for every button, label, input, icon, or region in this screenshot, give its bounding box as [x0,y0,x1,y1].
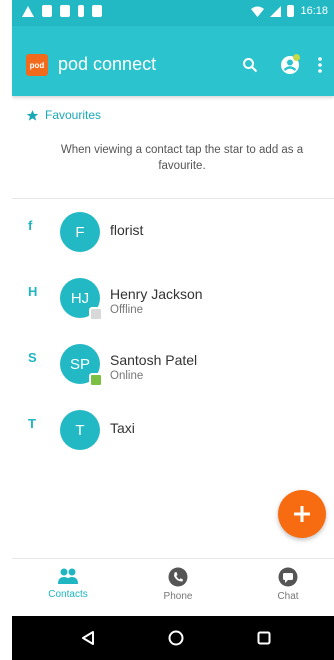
more-vert-icon [318,57,322,73]
contact-row-henry-jackson[interactable]: H HJ Henry Jackson Offline [12,272,334,338]
contact-row-santosh-patel[interactable]: S SP Santosh Patel Online [12,338,334,404]
add-contact-button[interactable] [278,490,326,538]
warning-icon [22,5,34,17]
contact-name: florist [110,222,144,238]
battery-icon [287,5,295,17]
download-icon [78,5,84,17]
contact-name: Taxi [110,420,135,436]
recents-square-icon [257,631,271,645]
tab-contacts[interactable]: Contacts [28,567,108,600]
tab-chat-label: Chat [277,591,299,602]
presence-indicator [89,307,103,321]
home-circle-icon [168,630,184,646]
search-icon [243,58,258,73]
plus-icon [294,506,310,522]
signal-icon [270,5,282,17]
divider [12,198,334,199]
contact-row-taxi[interactable]: T T Taxi [12,404,334,470]
avatar: F [60,212,100,252]
star-icon [26,109,39,121]
favourites-header: Favourites [26,108,101,122]
status-bar: 16:18 [12,0,334,26]
contact-status: Offline [110,304,144,316]
tab-contacts-label: Contacts [48,589,88,600]
system-navigation-bar [12,616,334,660]
avatar: T [60,410,100,450]
app-screen: 16:18 pod pod connect Favourites When vi… [12,0,334,660]
tab-phone-label: Phone [163,591,193,602]
favourites-empty-message: When viewing a contact tap the star to a… [60,144,304,172]
contact-status: Online [110,370,144,382]
presence-indicator [89,373,103,387]
back-button[interactable] [78,628,98,648]
wifi-icon [251,6,265,17]
app-bar: pod pod connect [12,26,334,96]
favourites-title: Favourites [45,108,102,122]
contacts-icon [58,568,78,584]
section-letter: S [28,350,37,365]
search-button[interactable] [238,53,262,77]
notification-icon [42,5,52,17]
app-title: pod connect [58,54,157,74]
tab-chat[interactable]: Chat [248,567,328,602]
status-time: 16:18 [300,5,328,17]
phone-icon [168,567,188,587]
more-options-button[interactable] [312,53,328,77]
tab-phone[interactable]: Phone [138,567,218,602]
recents-button[interactable] [254,628,274,648]
contact-name: Santosh Patel [110,352,198,368]
contact-row-florist[interactable]: f F florist [12,206,334,272]
back-triangle-icon [82,631,94,645]
chat-icon [278,567,298,587]
section-letter: T [28,416,36,431]
bottom-navigation: Contacts Phone Chat [12,558,334,617]
section-letter: f [28,218,33,233]
notification-badge [293,54,300,61]
contact-name: Henry Jackson [110,286,203,302]
home-button[interactable] [166,628,186,648]
app-notification-icon [92,5,102,17]
app-logo: pod [26,54,48,76]
section-letter: H [28,284,38,299]
image-icon [60,5,70,17]
account-button[interactable] [278,53,302,77]
favourites-section: Favourites When viewing a contact tap th… [12,96,334,198]
